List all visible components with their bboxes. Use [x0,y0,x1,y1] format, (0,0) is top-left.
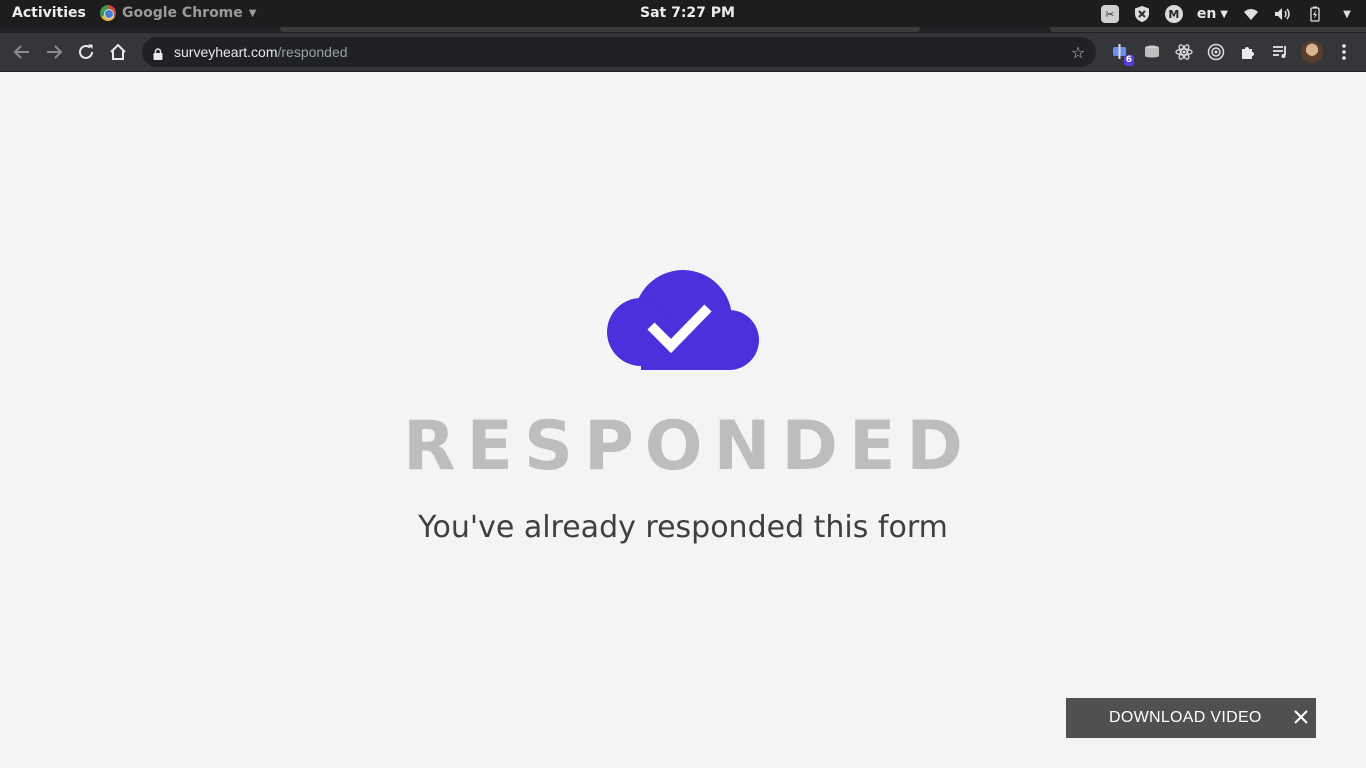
page-content: RESPONDED You've already responded this … [0,72,1366,768]
more-menu-icon[interactable] [1333,41,1355,63]
screenshot-tool-icon[interactable]: ✂ [1100,5,1119,23]
volume-icon[interactable] [1274,5,1292,23]
chevron-down-icon: ▼ [248,7,257,19]
lock-icon[interactable] [153,45,163,60]
url-text[interactable]: surveyheart.com/responded [174,44,348,60]
home-button[interactable] [106,40,130,64]
chevron-down-icon: ▼ [1220,8,1228,20]
activities-button[interactable]: Activities [12,5,86,21]
language-label: en [1196,6,1217,22]
back-button[interactable] [10,40,34,64]
mega-icon[interactable]: M [1164,5,1183,23]
profile-avatar[interactable] [1301,41,1323,63]
extensions-puzzle-icon[interactable] [1237,41,1259,63]
forward-button[interactable] [42,40,66,64]
chrome-icon [100,5,116,21]
tab-edge [280,27,920,32]
reload-button[interactable] [74,40,98,64]
system-menu-chevron-icon[interactable]: ▼ [1338,5,1356,23]
app-name-label: Google Chrome [122,5,243,21]
page-subtitle: You've already responded this form [418,510,948,545]
battery-icon[interactable] [1306,5,1324,23]
language-selector[interactable]: en ▼ [1197,6,1228,22]
close-icon[interactable] [1292,708,1310,726]
extension-badge: 6 [1123,55,1134,66]
wifi-icon[interactable] [1242,5,1260,23]
react-devtools-icon[interactable] [1173,41,1195,63]
cloud-check-icon [607,270,759,370]
system-clock[interactable]: Sat 7:27 PM [640,5,735,21]
extension-database-icon[interactable] [1141,41,1163,63]
extension-notes-icon[interactable]: 6 [1109,41,1134,66]
download-video-label[interactable]: DOWNLOAD VIDEO [1109,709,1262,727]
bookmark-star-icon[interactable]: ☆ [1068,42,1088,62]
app-menu[interactable]: Google Chrome ▼ [100,5,256,21]
download-video-bar[interactable]: DOWNLOAD VIDEO [1066,698,1316,738]
url-host: surveyheart.com [174,44,278,60]
record-target-icon[interactable] [1205,41,1227,63]
tab-edge [1050,27,1366,32]
page-title: RESPONDED [403,407,974,486]
url-path: /responded [277,44,348,60]
address-bar[interactable]: surveyheart.com/responded ☆ [142,37,1096,67]
shield-icon[interactable] [1133,5,1151,23]
media-queue-icon[interactable] [1269,41,1291,63]
system-tray: ✂ M en ▼ ▼ [1100,3,1356,25]
browser-toolbar: surveyheart.com/responded ☆ 6 [0,33,1366,71]
system-top-bar: Activities Google Chrome ▼ Sat 7:27 PM ✂… [0,0,1366,27]
